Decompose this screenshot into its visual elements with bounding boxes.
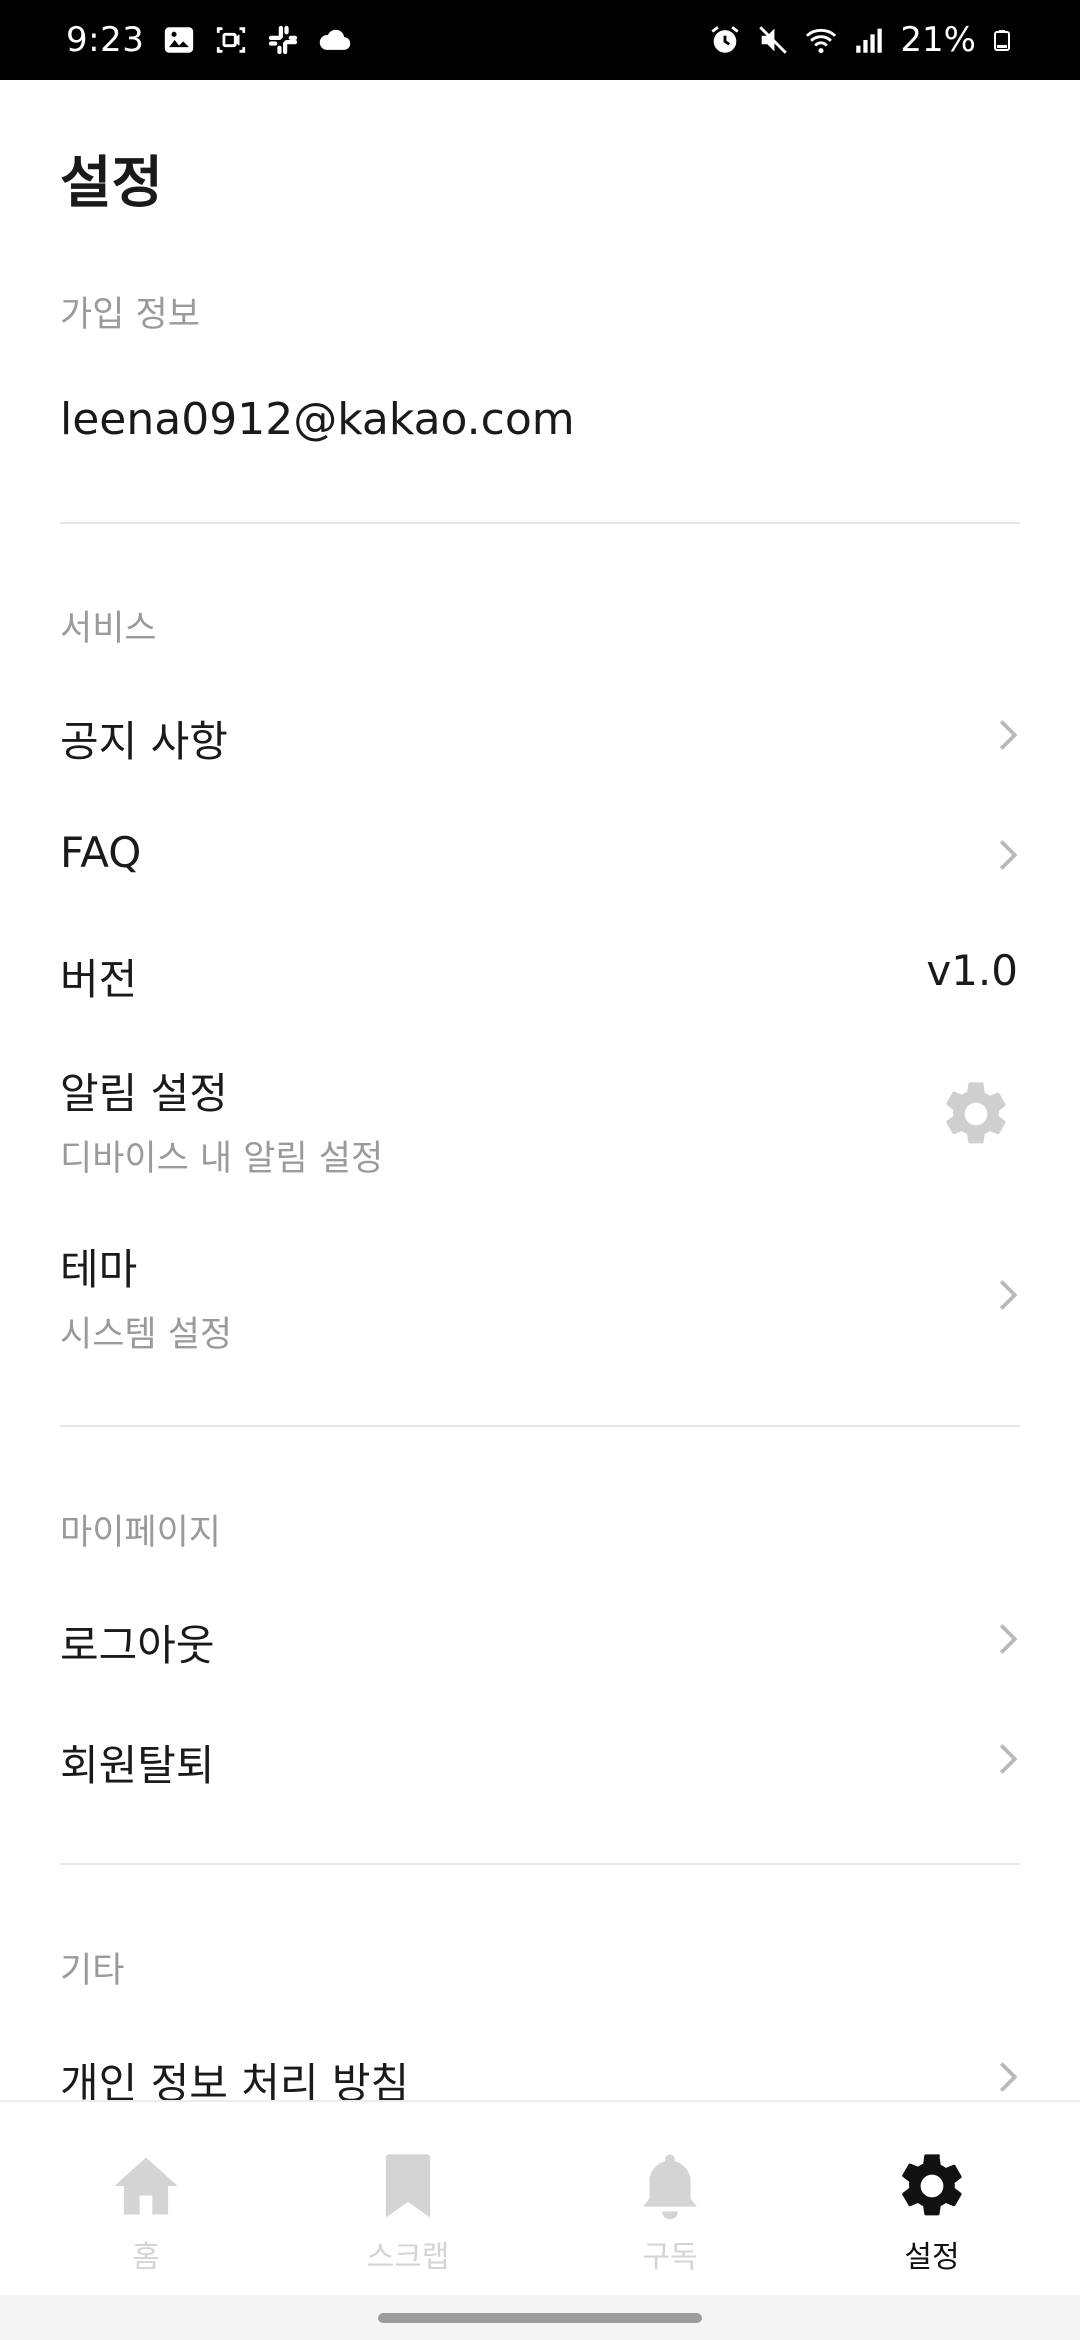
battery-icon [994, 30, 1010, 51]
alarm-icon [711, 26, 740, 53]
bell-icon [643, 2154, 697, 2220]
divider [60, 1863, 1020, 1865]
section-header-account: 가입 정보 [60, 295, 200, 335]
nav-label-home: 홈 [132, 2240, 160, 2275]
nav-label-subscribe: 구독 [642, 2240, 698, 2275]
cloud-icon [320, 29, 351, 50]
signal-icon [856, 28, 883, 53]
bookmark-icon [385, 2154, 431, 2218]
gallery-icon [165, 27, 194, 53]
nav-item-settings[interactable]: 설정 [832, 2102, 1032, 2297]
faq-row[interactable]: FAQ [0, 810, 1080, 900]
theme-label: 테마 [60, 1245, 138, 1294]
page-title: 설정 [60, 151, 164, 216]
chevron-right-icon [999, 1280, 1018, 1310]
logout-row[interactable]: 로그아웃 [0, 1594, 1080, 1684]
notice-label: 공지 사항 [60, 717, 228, 766]
mute-icon [759, 26, 788, 54]
section-header-service: 서비스 [60, 609, 157, 649]
notification-settings-row[interactable]: 알림 설정 디바이스 내 알림 설정 [0, 1050, 1080, 1190]
theme-row[interactable]: 테마 시스템 설정 [0, 1226, 1080, 1366]
notification-settings-label: 알림 설정 [60, 1069, 228, 1118]
divider [60, 1425, 1020, 1427]
bottom-navigation: 홈 스크랩 구독 설정 [0, 2100, 1080, 2295]
privacy-policy-row[interactable]: 개인 정보 처리 방침 [0, 2032, 1080, 2100]
screen-record-icon [217, 27, 246, 53]
gear-icon[interactable] [938, 1076, 1014, 1152]
slack-icon [269, 25, 298, 55]
nav-label-settings: 설정 [904, 2240, 960, 2275]
faq-label: FAQ [60, 828, 142, 877]
withdraw-label: 회원탈퇴 [60, 1741, 215, 1790]
home-icon [114, 2157, 178, 2215]
section-header-etc: 기타 [60, 1951, 125, 1991]
status-left: 9:23 [66, 0, 352, 80]
privacy-policy-label: 개인 정보 처리 방침 [60, 2059, 410, 2100]
status-time: 9:23 [66, 20, 145, 60]
version-label: 버전 [60, 955, 138, 1004]
withdraw-row[interactable]: 회원탈퇴 [0, 1714, 1080, 1804]
version-value: v1.0 [926, 946, 1018, 995]
wifi-icon [806, 28, 837, 54]
chevron-right-icon [999, 1744, 1018, 1774]
chevron-right-icon [999, 2062, 1018, 2092]
home-indicator[interactable] [378, 2313, 702, 2323]
logout-label: 로그아웃 [60, 1621, 215, 1670]
section-header-mypage: 마이페이지 [60, 1513, 222, 1553]
status-bar: 9:23 21% [0, 0, 1080, 80]
version-row: 버전 v1.0 [0, 928, 1080, 1018]
gear-icon [902, 2154, 962, 2216]
theme-sub: 시스템 설정 [60, 1315, 233, 1355]
account-email: leena0912@kakao.com [60, 394, 575, 445]
nav-label-scrap: 스크랩 [366, 2240, 450, 2275]
nav-item-scrap[interactable]: 스크랩 [308, 2102, 508, 2297]
notice-row[interactable]: 공지 사항 [0, 690, 1080, 780]
chevron-right-icon [999, 840, 1018, 870]
chevron-right-icon [999, 720, 1018, 750]
notification-settings-sub: 디바이스 내 알림 설정 [60, 1139, 384, 1179]
battery-percent: 21% [900, 20, 976, 60]
divider [60, 522, 1020, 524]
chevron-right-icon [999, 1624, 1018, 1654]
nav-item-home[interactable]: 홈 [46, 2102, 246, 2297]
status-right: 21% [708, 0, 1014, 80]
nav-item-subscribe[interactable]: 구독 [570, 2102, 770, 2297]
